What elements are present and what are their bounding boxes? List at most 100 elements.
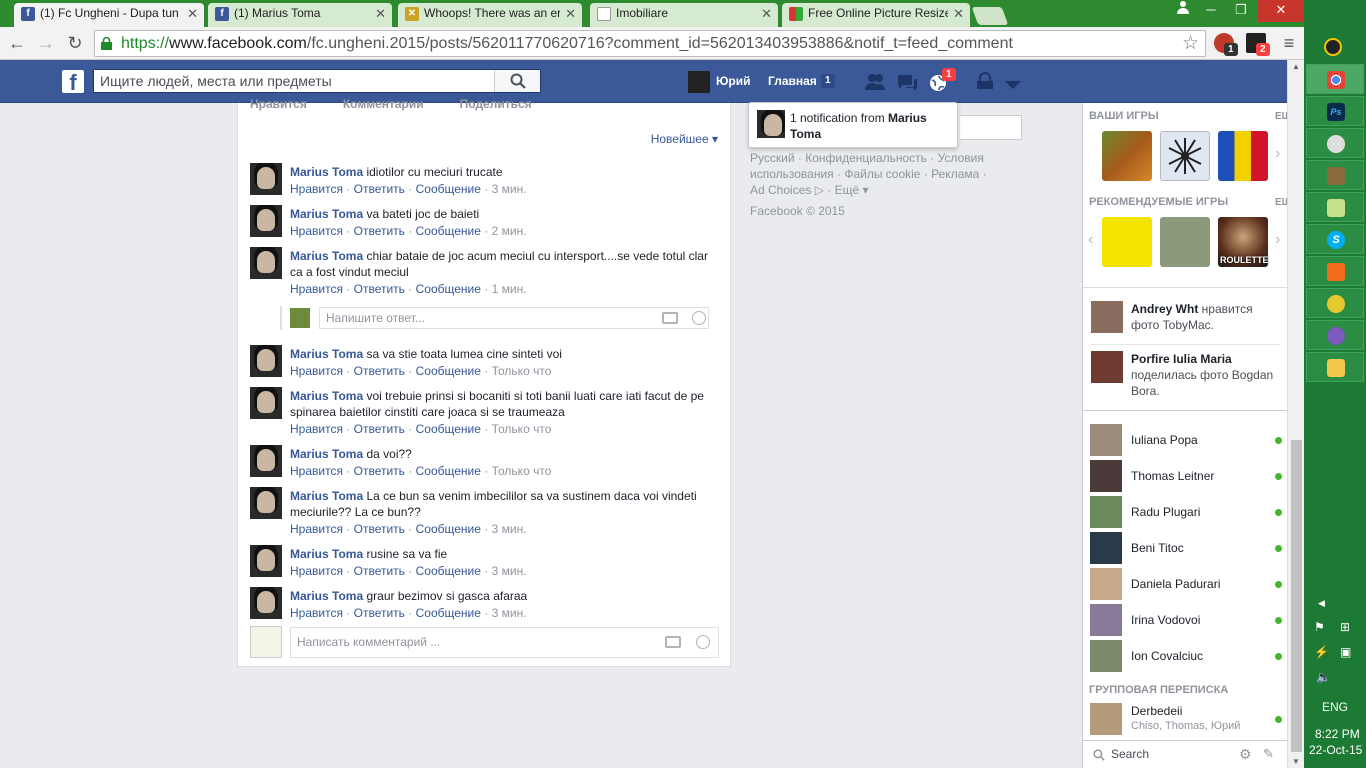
message-link[interactable]: Сообщение	[416, 606, 481, 620]
chat-friend[interactable]: Irina Vodovoi	[1090, 604, 1282, 636]
like-link[interactable]: Нравится	[290, 364, 343, 378]
reply-link[interactable]: Ответить	[354, 522, 405, 536]
reply-link[interactable]: Ответить	[354, 182, 405, 196]
message-link[interactable]: Сообщение	[416, 182, 481, 196]
chat-friend[interactable]: Ion Covalciuc	[1090, 640, 1282, 672]
like-link[interactable]: Нравится	[290, 282, 343, 296]
facebook-logo-icon[interactable]: f	[62, 70, 84, 95]
chat-friend[interactable]: Beni Titoc	[1090, 532, 1282, 564]
taskbar-app[interactable]	[1306, 288, 1364, 318]
close-icon[interactable]: ✕	[375, 3, 386, 24]
scrollbar-thumb[interactable]	[1291, 440, 1302, 752]
close-icon[interactable]: ✕	[953, 3, 964, 24]
comment-author[interactable]: Marius Toma	[290, 207, 363, 221]
message-link[interactable]: Сообщение	[416, 364, 481, 378]
chat-friend[interactable]: Iuliana Popa	[1090, 424, 1282, 456]
close-icon[interactable]: ✕	[761, 3, 772, 24]
comment-author[interactable]: Marius Toma	[290, 165, 363, 179]
reload-button[interactable]: ↻	[64, 32, 86, 54]
reply-link[interactable]: Ответить	[354, 422, 405, 436]
game-tile[interactable]	[1160, 217, 1210, 267]
message-link[interactable]: Сообщение	[416, 282, 481, 296]
flag-icon[interactable]: ⚑	[1314, 620, 1325, 634]
back-button[interactable]: ←	[6, 32, 28, 54]
comment-author[interactable]: Marius Toma	[290, 389, 363, 403]
like-link[interactable]: Нравится	[290, 606, 343, 620]
app-icon[interactable]	[1324, 38, 1342, 56]
chat-friend[interactable]: Thomas Leitner	[1090, 460, 1282, 492]
chat-friend[interactable]: Radu Plugari	[1090, 496, 1282, 528]
page-scrollbar[interactable]: ▲ ▼	[1287, 60, 1304, 768]
like-link[interactable]: Нравится	[290, 564, 343, 578]
tab-whoops[interactable]: ✕ Whoops! There was an err ✕	[398, 3, 582, 27]
reply-link[interactable]: Ответить	[354, 564, 405, 578]
chevron-left-icon[interactable]: ‹	[1088, 231, 1093, 249]
chat-friend[interactable]: Daniela Padurari	[1090, 568, 1282, 600]
settings-dropdown-icon[interactable]	[1002, 74, 1024, 96]
new-tab-button[interactable]	[971, 7, 1009, 25]
comment-time[interactable]: 1 мин.	[492, 282, 527, 296]
comment-post-link[interactable]: Комментарии	[343, 97, 424, 111]
minimize-button[interactable]: ─	[1196, 0, 1226, 22]
comment-author[interactable]: Marius Toma	[290, 489, 363, 503]
like-post-link[interactable]: Нравится	[250, 97, 307, 111]
tab-imobiliare[interactable]: Imobiliare ✕	[590, 3, 778, 27]
comment-author[interactable]: Marius Toma	[290, 249, 363, 263]
avatar[interactable]	[250, 387, 282, 419]
profile-link[interactable]: Юрий	[716, 74, 750, 88]
chevron-right-icon[interactable]: ›	[1275, 231, 1280, 249]
sort-dropdown[interactable]: Новейшее ▾	[651, 132, 718, 146]
game-tile[interactable]	[1218, 131, 1268, 181]
footer-link-ad-choices[interactable]: Ad Choices	[750, 183, 811, 197]
game-tile[interactable]: ROULETTE	[1218, 217, 1269, 267]
reply-link[interactable]: Ответить	[354, 224, 405, 238]
comment-time[interactable]: 3 мин.	[492, 522, 527, 536]
comment-input[interactable]: Написать комментарий ...	[290, 627, 719, 658]
volume-icon[interactable]: 🔈	[1316, 670, 1331, 684]
close-icon[interactable]: ✕	[565, 3, 576, 24]
taskbar-app-viber[interactable]	[1306, 320, 1364, 350]
reply-link[interactable]: Ответить	[354, 364, 405, 378]
comment-author[interactable]: Marius Toma	[290, 347, 363, 361]
taskbar-app-skype[interactable]: S	[1306, 224, 1364, 254]
scroll-down-icon[interactable]: ▼	[1292, 757, 1300, 766]
taskbar-app-photoshop[interactable]: Ps	[1306, 96, 1364, 126]
avatar[interactable]	[688, 71, 710, 93]
forward-button[interactable]: →	[35, 32, 57, 54]
tab-fc-ungheni[interactable]: f (1) Fc Ungheni - Dupa tun ✕	[14, 3, 204, 28]
bookmark-star-icon[interactable]: ☆	[1182, 32, 1199, 55]
power-icon[interactable]: ⚡	[1314, 645, 1329, 659]
comment-time[interactable]: Только что	[492, 464, 552, 478]
game-tile[interactable]	[1160, 131, 1210, 181]
comment-author[interactable]: Marius Toma	[290, 447, 363, 461]
new-message-icon[interactable]: ✎	[1263, 746, 1274, 762]
taskbar-app-explorer[interactable]	[1306, 352, 1364, 382]
avatar[interactable]	[250, 587, 282, 619]
comment-time[interactable]: 3 мин.	[492, 606, 527, 620]
chat-search[interactable]: Search ⚙ ✎	[1083, 740, 1287, 768]
game-tile[interactable]	[1102, 217, 1152, 267]
reply-link[interactable]: Ответить	[354, 606, 405, 620]
maximize-button[interactable]: ❐	[1226, 0, 1256, 22]
comment-author[interactable]: Marius Toma	[290, 547, 363, 561]
group-chat[interactable]: Derbedeii Chiso, Thomas, Юрий	[1090, 703, 1282, 735]
gear-icon[interactable]: ⚙	[1239, 746, 1252, 763]
network-icon[interactable]: ▣	[1340, 645, 1351, 659]
footer-link-cookies[interactable]: Файлы cookie	[844, 167, 920, 181]
comment-time[interactable]: Только что	[492, 364, 552, 378]
notification-tooltip[interactable]: 1 notification from Marius Toma	[748, 102, 958, 148]
taskbar-app[interactable]	[1306, 160, 1364, 190]
extension-icon[interactable]: 2	[1246, 33, 1270, 56]
footer-link-ads[interactable]: Реклама	[931, 167, 979, 181]
footer-link-terms-cont[interactable]: использования	[750, 167, 834, 181]
avatar[interactable]	[250, 163, 282, 195]
tray-expand-icon[interactable]: ◀	[1318, 598, 1325, 609]
like-link[interactable]: Нравится	[290, 224, 343, 238]
address-bar[interactable]: https://www.facebook.com/fc.ungheni.2015…	[94, 30, 1206, 57]
privacy-shortcuts-icon[interactable]	[974, 71, 996, 93]
reply-link[interactable]: Ответить	[354, 282, 405, 296]
comment-time[interactable]: 2 мин.	[492, 224, 527, 238]
avatar[interactable]	[250, 487, 282, 519]
search-button[interactable]	[494, 70, 540, 92]
clock-time[interactable]: 8:22 PM	[1315, 727, 1360, 741]
